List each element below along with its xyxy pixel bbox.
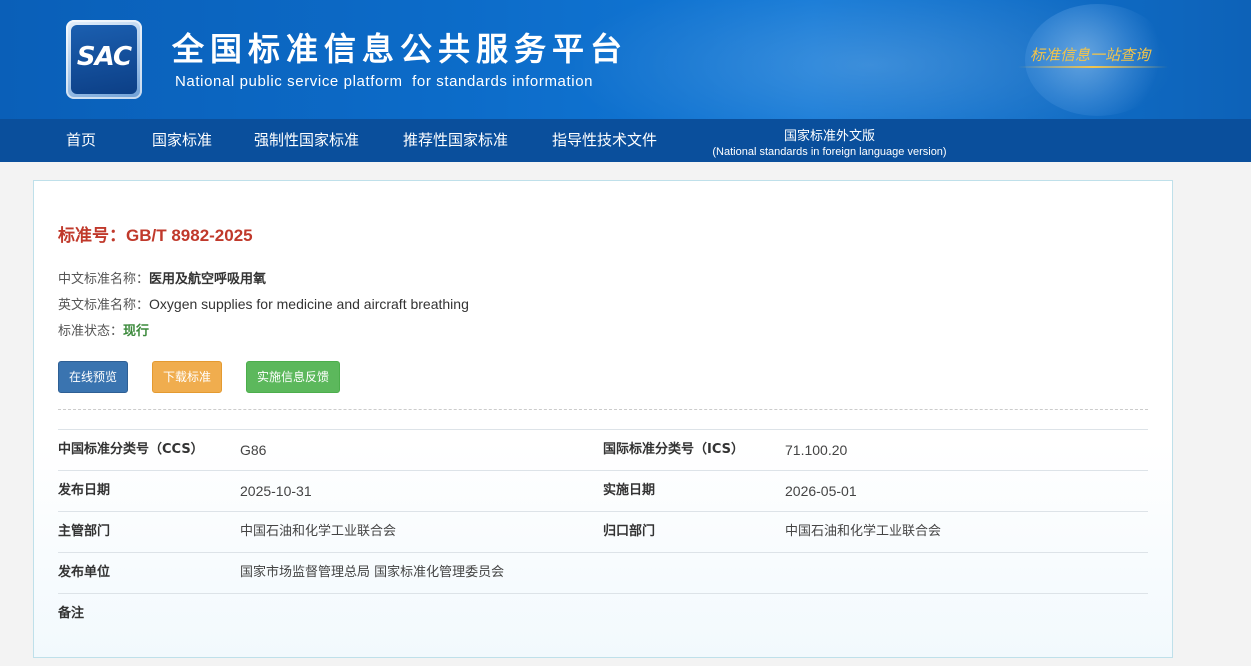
- online-preview-button[interactable]: 在线预览: [58, 361, 129, 393]
- nav-guidance-documents[interactable]: 指导性技术文件: [552, 119, 657, 162]
- site-subtitle: National public service platform for sta…: [175, 73, 594, 90]
- slogan: 标准信息一站查询: [1030, 46, 1151, 64]
- nav-foreign-en: (National standards in foreign language …: [712, 146, 947, 158]
- publish-date-value: 2025-10-31: [240, 483, 312, 499]
- logo-text: SAC: [76, 42, 132, 72]
- detail-table: 中国标准分类号（CCS） G86 国际标准分类号（ICS） 71.100.20 …: [58, 429, 1148, 634]
- status-value: 现行: [123, 324, 150, 339]
- main-nav: 首页 国家标准 强制性国家标准 推荐性国家标准 指导性技术文件 国家标准外文版 …: [0, 119, 1251, 162]
- sac-logo[interactable]: SAC: [66, 20, 142, 99]
- nav-foreign-cn: 国家标准外文版: [783, 129, 875, 144]
- slogan-underline: [1018, 66, 1168, 68]
- cn-name-line: 中文标准名称：医用及航空呼吸用氧: [58, 268, 266, 287]
- implement-date-label: 实施日期: [603, 483, 656, 498]
- competent-dept-value: 中国石油和化学工业联合会: [240, 524, 397, 539]
- publish-date-label: 发布日期: [58, 483, 111, 498]
- standard-number-value: GB/T 8982-2025: [126, 226, 253, 245]
- en-name-line: 英文标准名称：Oxygen supplies for medicine and …: [58, 294, 469, 313]
- en-name-value: Oxygen supplies for medicine and aircraf…: [149, 296, 469, 312]
- publisher-value: 国家市场监督管理总局 国家标准化管理委员会: [240, 565, 505, 580]
- ics-value: 71.100.20: [785, 442, 848, 458]
- implement-date-value: 2026-05-01: [785, 483, 857, 499]
- remarks-label: 备注: [58, 606, 85, 621]
- ics-label: 国际标准分类号（ICS）: [603, 442, 744, 457]
- nav-recommended-standards[interactable]: 推荐性国家标准: [403, 119, 508, 162]
- standard-detail-card: 标准号：GB/T 8982-2025 中文标准名称：医用及航空呼吸用氧 英文标准…: [33, 180, 1173, 658]
- competent-dept-label: 主管部门: [58, 524, 111, 539]
- nav-national-standards[interactable]: 国家标准: [152, 119, 212, 162]
- table-row: 主管部门 中国石油和化学工业联合会 归口部门 中国石油和化学工业联合会: [58, 511, 1148, 552]
- standard-number: 标准号：GB/T 8982-2025: [58, 221, 253, 246]
- centralized-dept-value: 中国石油和化学工业联合会: [785, 524, 942, 539]
- centralized-dept-label: 归口部门: [603, 524, 656, 539]
- status-line: 标准状态：现行: [58, 320, 149, 339]
- download-standard-button[interactable]: 下载标准: [152, 361, 223, 393]
- standard-number-label: 标准号：: [58, 226, 126, 246]
- implementation-feedback-button[interactable]: 实施信息反馈: [246, 361, 341, 393]
- ccs-value: G86: [240, 442, 267, 458]
- nav-mandatory-standards[interactable]: 强制性国家标准: [254, 119, 359, 162]
- cn-name-label: 中文标准名称：: [58, 272, 150, 287]
- table-row: 发布日期 2025-10-31 实施日期 2026-05-01: [58, 470, 1148, 511]
- nav-home[interactable]: 首页: [66, 119, 96, 162]
- status-label: 标准状态：: [58, 324, 124, 339]
- site-title: 全国标准信息公共服务平台: [172, 30, 629, 68]
- en-name-label: 英文标准名称：: [58, 298, 150, 313]
- table-row: 备注: [58, 593, 1148, 634]
- site-header: SAC 全国标准信息公共服务平台 National public service…: [0, 0, 1251, 119]
- cn-name-value: 医用及航空呼吸用氧: [149, 272, 267, 287]
- nav-foreign-language-standards[interactable]: 国家标准外文版 (National standards in foreign l…: [702, 119, 957, 162]
- table-row: 中国标准分类号（CCS） G86 国际标准分类号（ICS） 71.100.20: [58, 429, 1148, 470]
- dashed-divider: [58, 409, 1148, 410]
- ccs-label: 中国标准分类号（CCS）: [58, 442, 204, 457]
- table-row: 发布单位 国家市场监督管理总局 国家标准化管理委员会: [58, 552, 1148, 593]
- publisher-label: 发布单位: [58, 565, 111, 580]
